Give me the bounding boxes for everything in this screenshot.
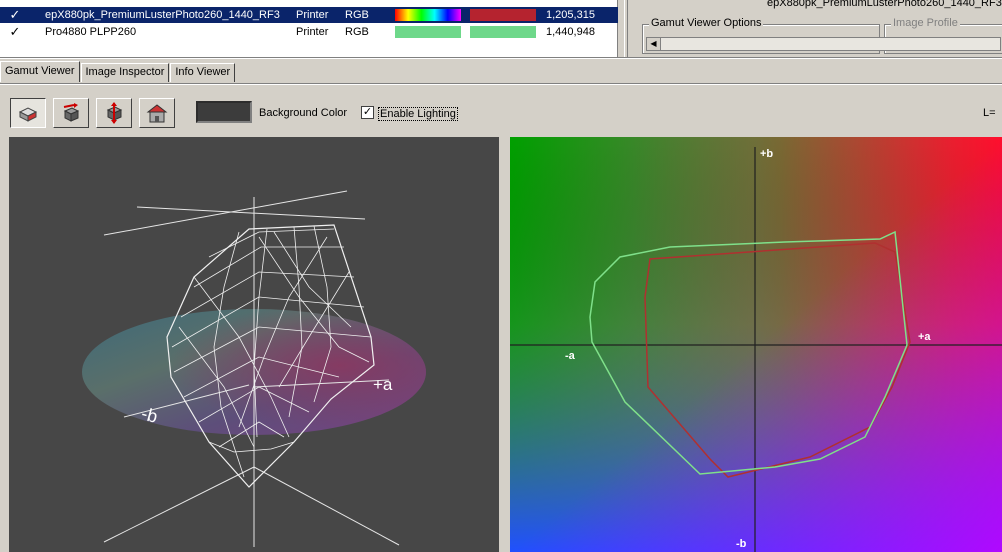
axis-label-plus-a: +a (373, 375, 393, 394)
profile-count: 1,440,948 (546, 26, 595, 38)
view-3d-icon (18, 107, 38, 122)
home-icon (146, 104, 168, 123)
enable-lighting-checkbox[interactable]: ✓ (361, 106, 374, 119)
color-swatch (470, 9, 536, 21)
group-label: Image Profile (891, 17, 960, 29)
profile-space: RGB (345, 9, 369, 21)
axis-label-minus-b: -b (736, 538, 747, 550)
gamut-2d-view[interactable]: +b -b +a -a (510, 137, 1002, 552)
color-swatch (395, 26, 461, 38)
panel-title: epX880pk_PremiumLusterPhoto260_1440_RF3 (767, 0, 1002, 9)
profile-space: RGB (345, 26, 369, 38)
flip-button[interactable] (96, 98, 132, 128)
axis-label-plus-b: +b (760, 148, 773, 160)
view-3d-button[interactable] (10, 98, 46, 128)
rotate-icon (63, 103, 80, 122)
background-color-label: Background Color (259, 107, 348, 119)
profile-type: Printer (296, 9, 329, 21)
rotate-button[interactable] (53, 98, 89, 128)
profile-name: epX880pk_PremiumLusterPhoto260_1440_RF3 (45, 9, 280, 21)
tab-gamut-viewer[interactable]: Gamut Viewer (0, 61, 80, 82)
check-icon[interactable]: ✓ (0, 7, 30, 23)
l-field-label: L= (983, 107, 996, 119)
profile-name: Pro4880 PLPP260 (45, 26, 137, 38)
profile-type: Printer (296, 26, 329, 38)
axis-label-minus-a: -a (565, 350, 576, 362)
gamut-3d-view[interactable]: +a -b (9, 137, 499, 552)
scroll-left-icon[interactable]: ◀ (647, 38, 661, 50)
tab-info-viewer[interactable]: Info Viewer (170, 63, 236, 82)
profile-list: ✓ epX880pk_PremiumLusterPhoto260_1440_RF… (0, 0, 618, 58)
color-swatch (470, 26, 536, 38)
profile-row[interactable]: ✓ epX880pk_PremiumLusterPhoto260_1440_RF… (0, 7, 618, 23)
spectrum-swatch (395, 9, 461, 21)
background-color-swatch[interactable] (196, 101, 252, 123)
tab-bar: Gamut Viewer Image Inspector Info Viewer (0, 61, 236, 83)
tab-image-inspector[interactable]: Image Inspector (80, 63, 170, 82)
check-icon[interactable]: ✓ (0, 24, 30, 40)
profile-row[interactable]: ✓ Pro4880 PLPP260 Printer RGB 1,440,948 (0, 24, 618, 40)
axis-label-plus-a: +a (918, 331, 931, 343)
horizontal-scrollbar[interactable]: ◀ (646, 37, 1001, 51)
profile-count: 1,205,315 (546, 9, 595, 21)
group-label: Gamut Viewer Options (649, 17, 764, 29)
toolbar: Background Color ✓ Enable Lighting L= (0, 96, 1002, 130)
enable-lighting-label[interactable]: Enable Lighting (378, 107, 458, 121)
home-button[interactable] (139, 98, 175, 128)
divider (0, 83, 1002, 85)
divider (0, 57, 1002, 59)
app-window: ✓ epX880pk_PremiumLusterPhoto260_1440_RF… (0, 0, 1002, 552)
splitter[interactable] (624, 0, 628, 58)
flip-icon (106, 102, 123, 124)
